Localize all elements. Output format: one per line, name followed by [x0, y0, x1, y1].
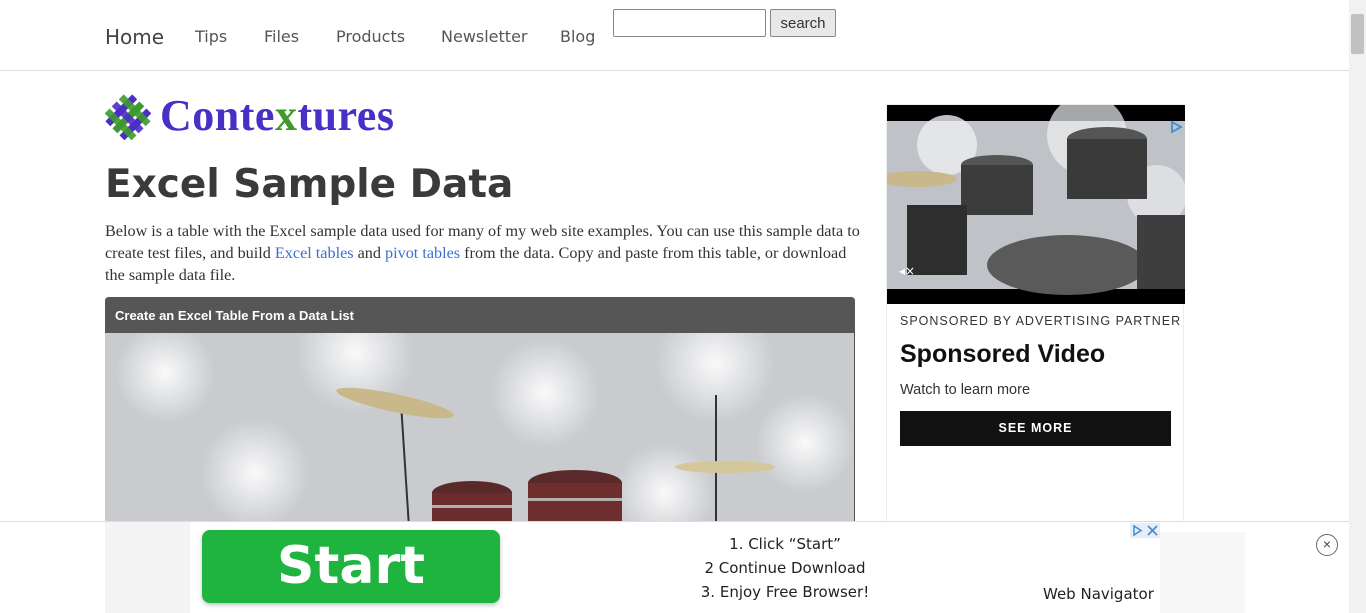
drum-ad-image: ◂×	[887, 105, 1185, 304]
ad-sponsor-label: SPONSORED BY ADVERTISING PARTNER	[900, 314, 1182, 328]
nav-files-link[interactable]: Files	[264, 27, 299, 46]
ad-choices-close-icon[interactable]	[1130, 523, 1160, 538]
ad-subtitle: Watch to learn more	[900, 382, 1031, 398]
step-item: 3. Enjoy Free Browser!	[700, 583, 870, 601]
download-steps: 1. Click “Start” 2 Continue Download 3. …	[665, 532, 905, 604]
logo-text-x: x	[274, 91, 298, 140]
search-button[interactable]: search	[770, 9, 836, 37]
site-logo[interactable]: Contextures	[105, 91, 435, 140]
video-player[interactable]: Create an Excel Table From a Data List	[105, 297, 855, 537]
banner-right-panel	[1160, 532, 1245, 613]
ad-title: Sponsored Video	[900, 340, 1106, 368]
scrollbar-thumb[interactable]	[1351, 14, 1364, 54]
search-input[interactable]	[613, 9, 766, 37]
svg-text:◂×: ◂×	[899, 264, 915, 278]
sidebar-ad[interactable]: ◂× SPONSORED BY ADVERTISING PARTNER Spon…	[886, 104, 1185, 534]
nav-tips-link[interactable]: Tips	[195, 27, 227, 46]
page-title: Excel Sample Data	[105, 162, 514, 207]
close-banner-icon[interactable]: ×	[1316, 534, 1338, 556]
advertiser-brand: Web Navigator	[1043, 585, 1154, 603]
bottom-banner-ad[interactable]: Start 1. Click “Start” 2 Continue Downlo…	[0, 521, 1349, 613]
step-item: 1. Click “Start”	[729, 535, 841, 553]
logo-text-part: tures	[297, 91, 395, 140]
intro-text: and	[353, 244, 386, 262]
see-more-button[interactable]: SEE MORE	[900, 411, 1171, 446]
step-item: 2 Continue Download	[704, 559, 866, 577]
nav-newsletter-link[interactable]: Newsletter	[441, 27, 528, 46]
sidebar-ad-video[interactable]: ◂×	[887, 105, 1185, 304]
drum-kit-image	[105, 333, 854, 537]
nav-home-link[interactable]: Home	[105, 25, 164, 49]
ad-choices-icon[interactable]	[1169, 120, 1183, 134]
excel-tables-link[interactable]: Excel tables	[275, 244, 354, 262]
page-scrollbar[interactable]	[1349, 0, 1366, 613]
banner-left-panel	[105, 522, 190, 613]
start-button[interactable]: Start	[202, 530, 500, 603]
top-navigation: Home Tips Files Products Newsletter Blog…	[0, 0, 1349, 71]
nav-blog-link[interactable]: Blog	[560, 27, 595, 46]
intro-paragraph: Below is a table with the Excel sample d…	[105, 220, 860, 286]
logo-wordmark: Contextures	[160, 90, 394, 141]
banner-content: Start 1. Click “Start” 2 Continue Downlo…	[105, 522, 1245, 613]
pivot-tables-link[interactable]: pivot tables	[385, 244, 460, 262]
video-frame[interactable]	[105, 333, 854, 537]
logo-text-part: Conte	[160, 91, 275, 140]
contextures-logo-icon	[105, 94, 151, 140]
video-title: Create an Excel Table From a Data List	[105, 297, 855, 333]
nav-products-link[interactable]: Products	[336, 27, 405, 46]
